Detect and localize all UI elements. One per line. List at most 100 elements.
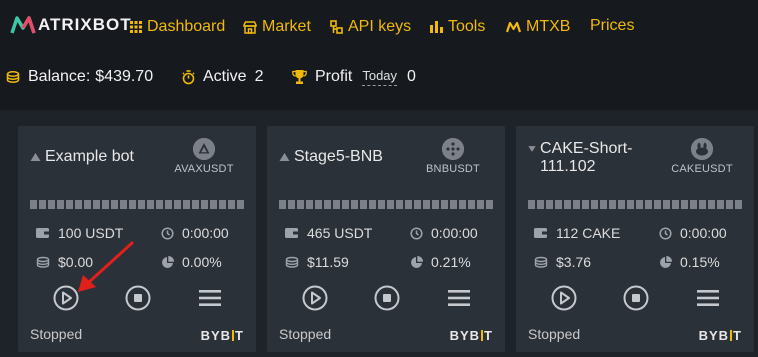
time-value: 0:00:00	[431, 225, 478, 241]
pie-chart-icon	[410, 255, 423, 269]
pair-label: CAKEUSDT	[671, 163, 733, 175]
menu-icon	[199, 290, 221, 306]
percent-row: 0.21%	[410, 254, 471, 270]
play-icon	[302, 285, 328, 311]
trophy-icon	[292, 70, 307, 84]
menu-button[interactable]	[445, 284, 473, 312]
pair: BNBUSDT	[413, 138, 493, 175]
bot-title: Example bot	[30, 148, 134, 166]
exchange-logo: BYB T	[698, 328, 742, 343]
wallet-icon	[36, 227, 50, 239]
amount-value: 100 USDT	[58, 225, 124, 241]
bot-card-example-bot[interactable]: Example bot AVAXUSDT 100 USDT 0:00:00 $0…	[18, 126, 256, 352]
bot-title: CAKE-Short-111.102	[528, 140, 648, 176]
amount-row: 465 USDT	[285, 225, 372, 241]
profit-row: $11.59	[285, 254, 349, 270]
menu-icon	[448, 290, 470, 306]
bot-title-text: CAKE-Short-111.102	[540, 140, 633, 175]
bot-status: Stopped	[30, 326, 83, 342]
play-button[interactable]	[52, 284, 80, 312]
menu-button[interactable]	[694, 284, 722, 312]
nav-api-keys[interactable]: API keys	[330, 18, 411, 36]
direction-up-icon	[279, 153, 290, 161]
bot-title-text: Example bot	[45, 148, 134, 165]
top-nav: ATRIXBOT Dashboard Market API keys Tools…	[0, 0, 758, 56]
coins-icon	[285, 256, 299, 269]
active-label: Active	[203, 68, 247, 85]
clock-icon	[659, 226, 672, 240]
time-row: 0:00:00	[161, 225, 229, 241]
coins-icon	[36, 256, 50, 269]
profit-value: 0	[407, 68, 416, 85]
clock-icon	[410, 226, 423, 240]
bot-title: Stage5-BNB	[279, 148, 383, 166]
clock-icon	[161, 226, 174, 240]
stop-button[interactable]	[124, 284, 152, 312]
stop-icon	[623, 285, 649, 311]
profit-row: $0.00	[36, 254, 93, 270]
bot-title-text: Stage5-BNB	[294, 148, 383, 165]
bot-status: Stopped	[528, 326, 581, 342]
percent-value: 0.00%	[182, 254, 222, 270]
menu-icon	[697, 290, 719, 306]
exchange-logo: BYB T	[200, 328, 244, 343]
time-value: 0:00:00	[182, 225, 229, 241]
stop-button[interactable]	[373, 284, 401, 312]
stop-button[interactable]	[622, 284, 650, 312]
direction-up-icon	[30, 153, 41, 161]
mtxb-icon	[506, 21, 521, 33]
play-icon	[551, 285, 577, 311]
bot-status: Stopped	[279, 326, 332, 342]
profit-period-select[interactable]: Today	[362, 68, 398, 86]
nav-mtxb-label: MTXB	[526, 18, 571, 35]
bot-controls	[516, 284, 754, 314]
progress-bar	[528, 200, 742, 209]
menu-button[interactable]	[196, 284, 224, 312]
avax-icon	[193, 138, 215, 160]
nav-dashboard[interactable]: Dashboard	[130, 18, 225, 36]
nav-mtxb[interactable]: MTXB	[506, 18, 570, 36]
play-icon	[53, 285, 79, 311]
time-value: 0:00:00	[680, 225, 727, 241]
pair: CAKEUSDT	[662, 138, 742, 175]
percent-value: 0.15%	[680, 254, 720, 270]
nav-market[interactable]: Market	[243, 18, 311, 36]
progress-bar	[279, 200, 493, 209]
bars-icon	[430, 21, 443, 33]
balance-label: Balance:	[28, 68, 91, 85]
stop-icon	[374, 285, 400, 311]
nav-api-keys-label: API keys	[348, 18, 412, 35]
bot-card-stage5-bnb[interactable]: Stage5-BNB BNBUSDT 465 USDT 0:00:00 $11.…	[267, 126, 505, 352]
direction-down-icon	[528, 146, 536, 152]
play-button[interactable]	[301, 284, 329, 312]
nav-prices[interactable]: Prices	[590, 17, 634, 35]
pie-chart-icon	[659, 255, 672, 269]
nav-tools[interactable]: Tools	[430, 18, 485, 36]
pie-chart-icon	[161, 255, 174, 269]
store-icon	[243, 20, 257, 34]
cake-icon	[691, 138, 713, 160]
nav-prices-label: Prices	[590, 17, 635, 34]
percent-row: 0.15%	[659, 254, 720, 270]
nav-dashboard-label: Dashboard	[147, 18, 226, 35]
amount-row: 112 CAKE	[534, 225, 620, 241]
coins-icon	[534, 256, 548, 269]
logo[interactable]: ATRIXBOT	[10, 14, 132, 36]
percent-value: 0.21%	[431, 254, 471, 270]
profit-row: $3.76	[534, 254, 591, 270]
time-row: 0:00:00	[659, 225, 727, 241]
amount-row: 100 USDT	[36, 225, 123, 241]
bot-controls	[267, 284, 505, 314]
logo-mark-icon	[10, 16, 36, 34]
stop-icon	[125, 285, 151, 311]
pair-label: BNBUSDT	[426, 163, 480, 175]
pair: AVAXUSDT	[164, 138, 244, 175]
amount-value: 465 USDT	[307, 225, 373, 241]
balance-value: $439.70	[95, 68, 154, 85]
bot-card-cake-short[interactable]: CAKE-Short-111.102 CAKEUSDT 112 CAKE 0:0…	[516, 126, 754, 352]
coins-icon	[6, 70, 20, 84]
active-value: 2	[254, 68, 264, 85]
pair-label: AVAXUSDT	[174, 163, 234, 175]
time-row: 0:00:00	[410, 225, 478, 241]
play-button[interactable]	[550, 284, 578, 312]
